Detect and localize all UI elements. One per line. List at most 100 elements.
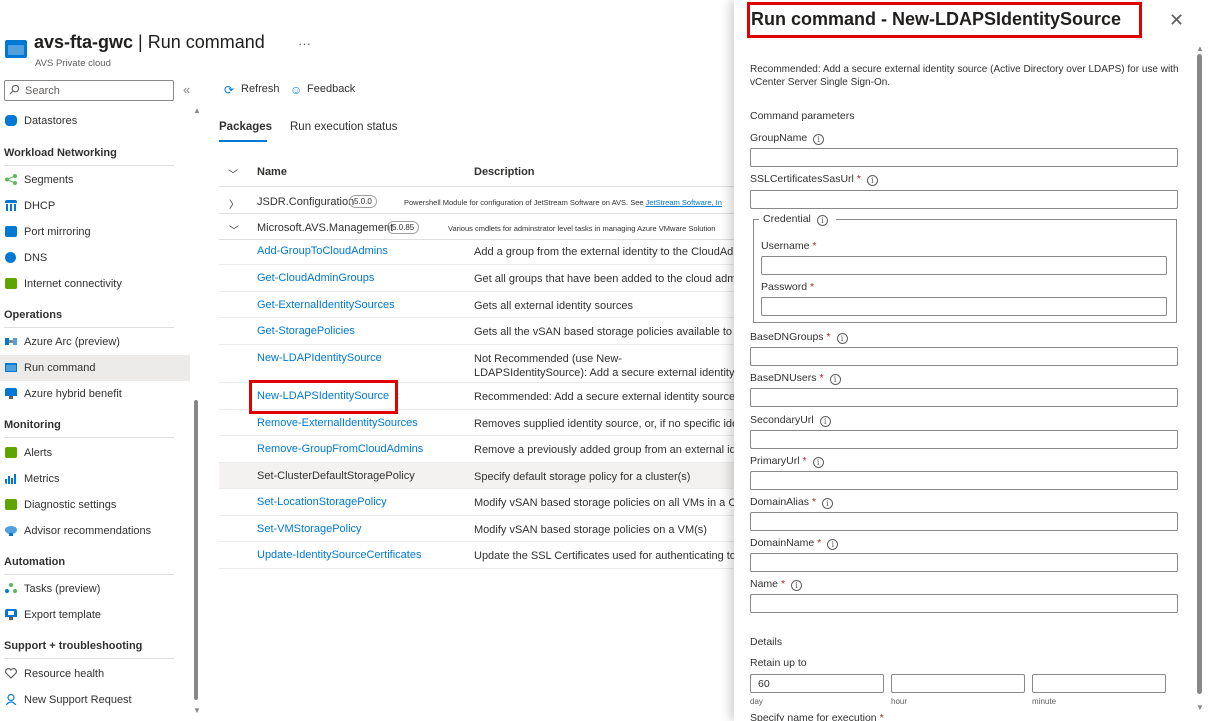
info-icon[interactable]: i [816,215,828,226]
close-icon[interactable]: ✕ [1169,10,1184,31]
tab-run-execution-status[interactable]: Run execution status [290,121,397,133]
command-link[interactable]: Add-GroupToCloudAdmins [257,245,388,257]
retain-minute-input[interactable] [1032,674,1166,693]
command-link[interactable]: Get-StoragePolicies [257,325,355,337]
info-icon[interactable]: i [827,539,839,550]
package-row[interactable]: ﹀ Microsoft.AVS.Management 5.0.85 Variou… [219,216,735,240]
table-row[interactable]: Remove-ExternalIdentitySources Removes s… [219,410,735,436]
domainalias-input[interactable] [750,512,1178,531]
section-automation: Automation [4,556,66,568]
table-row[interactable]: Set-ClusterDefaultStoragePolicy Specify … [219,463,735,489]
run-command-panel: Run command - New-LDAPSIdentitySource ✕ … [734,0,1209,721]
retain-hour-input[interactable] [891,674,1025,693]
package-row[interactable]: 〉 JSDR.Configuration 5.0.0 Powershell Mo… [219,190,735,214]
info-icon[interactable]: i [813,134,825,145]
sidebar-item-alerts[interactable]: Alerts [0,440,190,466]
sidebar-search-input[interactable]: Search [4,80,174,101]
column-header-name[interactable]: Name [257,166,287,178]
sidebar-item-datastores[interactable]: Datastores [0,108,190,134]
scroll-down-icon[interactable]: ▼ [1196,703,1204,712]
command-link[interactable]: Get-ExternalIdentitySources [257,299,395,311]
command-link[interactable]: Set-ClusterDefaultStoragePolicy [257,470,415,482]
table-row[interactable]: Get-CloudAdminGroups Get all groups that… [219,265,735,292]
info-icon[interactable]: i [836,333,848,344]
table-row[interactable]: Get-ExternalIdentitySources Gets all ext… [219,292,735,318]
sidebar-item-diagnostic-settings[interactable]: Diagnostic settings [0,492,190,518]
sidebar-item-internet-connectivity[interactable]: Internet connectivity [0,271,190,297]
table-row[interactable]: Get-StoragePolicies Gets all the vSAN ba… [219,318,735,345]
sidebar-item-export-template[interactable]: Export template [0,602,190,628]
sidebar-item-label: Diagnostic settings [24,499,117,511]
table-row[interactable]: Add-GroupToCloudAdmins Add a group from … [219,238,735,265]
panel-scrollbar[interactable]: ▲ ▼ [1196,44,1204,712]
refresh-button[interactable]: ⟳ Refresh [224,83,280,99]
sidebar-scrollbar[interactable]: ▲ ▼ [193,106,201,715]
chevron-down-icon[interactable]: ﹀ [229,222,239,237]
scrollbar-thumb[interactable] [1197,54,1202,694]
groupname-input[interactable] [750,148,1178,167]
command-description: Recommended: Add a secure external ident… [474,391,735,403]
feedback-button[interactable]: ☺ Feedback [290,83,355,99]
table-row[interactable]: Remove-GroupFromCloudAdmins Remove a pre… [219,436,735,463]
info-icon[interactable]: i [812,457,824,468]
command-link[interactable]: Get-CloudAdminGroups [257,272,374,284]
section-divider [4,327,174,328]
scrollbar-thumb[interactable] [194,400,198,700]
retain-day-input[interactable]: 60 [750,674,884,693]
sidebar-item-label: Datastores [24,115,78,127]
primaryurl-input[interactable] [750,471,1178,490]
name-input[interactable] [750,594,1178,613]
info-icon[interactable]: i [866,175,878,186]
metrics-icon [5,474,16,484]
jetstream-link[interactable]: JetStream Software, In [646,198,722,207]
sidebar-item-port-mirroring[interactable]: Port mirroring [0,219,190,245]
secondaryurl-input[interactable] [750,430,1178,449]
sidebar-item-run-command[interactable]: Run command [0,355,190,381]
sidebar-item-azure-arc[interactable]: Azure Arc (preview) [0,329,190,355]
info-icon[interactable]: i [821,498,833,509]
table-row[interactable]: Set-VMStoragePolicy Modify vSAN based st… [219,516,735,542]
info-icon[interactable]: i [791,580,803,591]
scroll-down-icon[interactable]: ▼ [193,706,201,715]
sidebar-item-segments[interactable]: Segments [0,167,190,193]
sidebar-item-dns[interactable]: DNS [0,245,190,271]
username-input[interactable] [761,256,1167,275]
basednusers-input[interactable] [750,388,1178,407]
basedngroups-input[interactable] [750,347,1178,366]
password-input[interactable] [761,297,1167,316]
domainname-input[interactable] [750,553,1178,572]
sidebar-item-advisor-recommendations[interactable]: Advisor recommendations [0,518,190,544]
diagnostic-icon [5,499,17,510]
table-row[interactable]: Update-IdentitySourceCertificates Update… [219,542,735,569]
collapse-all-icon[interactable]: ﹀ [228,166,238,181]
table-row[interactable]: New-LDAPIdentitySource Not Recommended (… [219,345,735,383]
command-link[interactable]: Remove-GroupFromCloudAdmins [257,443,423,455]
chevron-right-icon[interactable]: 〉 [229,196,239,211]
field-label: PrimaryUrl * i [750,455,824,468]
scroll-up-icon[interactable]: ▲ [1196,44,1204,53]
sslcertificatessasurl-input[interactable] [750,190,1178,209]
column-header-description[interactable]: Description [474,166,535,178]
table-row[interactable]: Set-LocationStoragePolicy Modify vSAN ba… [219,489,735,516]
field-label: Username * [761,240,817,252]
info-icon[interactable]: i [829,374,841,385]
sidebar-item-tasks[interactable]: Tasks (preview) [0,576,190,602]
refresh-label: Refresh [241,83,280,95]
sidebar-item-dhcp[interactable]: DHCP [0,193,190,219]
sidebar-item-resource-health[interactable]: Resource health [0,661,190,687]
scroll-up-icon[interactable]: ▲ [193,106,201,115]
command-link[interactable]: Update-IdentitySourceCertificates [257,549,421,561]
collapse-sidebar-icon[interactable]: « [183,82,190,97]
sidebar-item-new-support-request[interactable]: New Support Request [0,687,190,713]
sidebar-item-label: Azure hybrid benefit [24,388,122,400]
command-link[interactable]: Set-LocationStoragePolicy [257,496,387,508]
more-options-button[interactable]: ··· [298,36,311,51]
info-icon[interactable]: i [819,416,831,427]
tab-packages[interactable]: Packages [219,121,272,133]
sidebar-item-azure-hybrid-benefit[interactable]: Azure hybrid benefit [0,381,190,407]
command-link[interactable]: New-LDAPIdentitySource [257,352,382,364]
command-link[interactable]: Remove-ExternalIdentitySources [257,417,418,429]
sidebar-item-metrics[interactable]: Metrics [0,466,190,492]
command-link[interactable]: Set-VMStoragePolicy [257,523,362,535]
command-description: Get all groups that have been added to t… [474,273,735,285]
